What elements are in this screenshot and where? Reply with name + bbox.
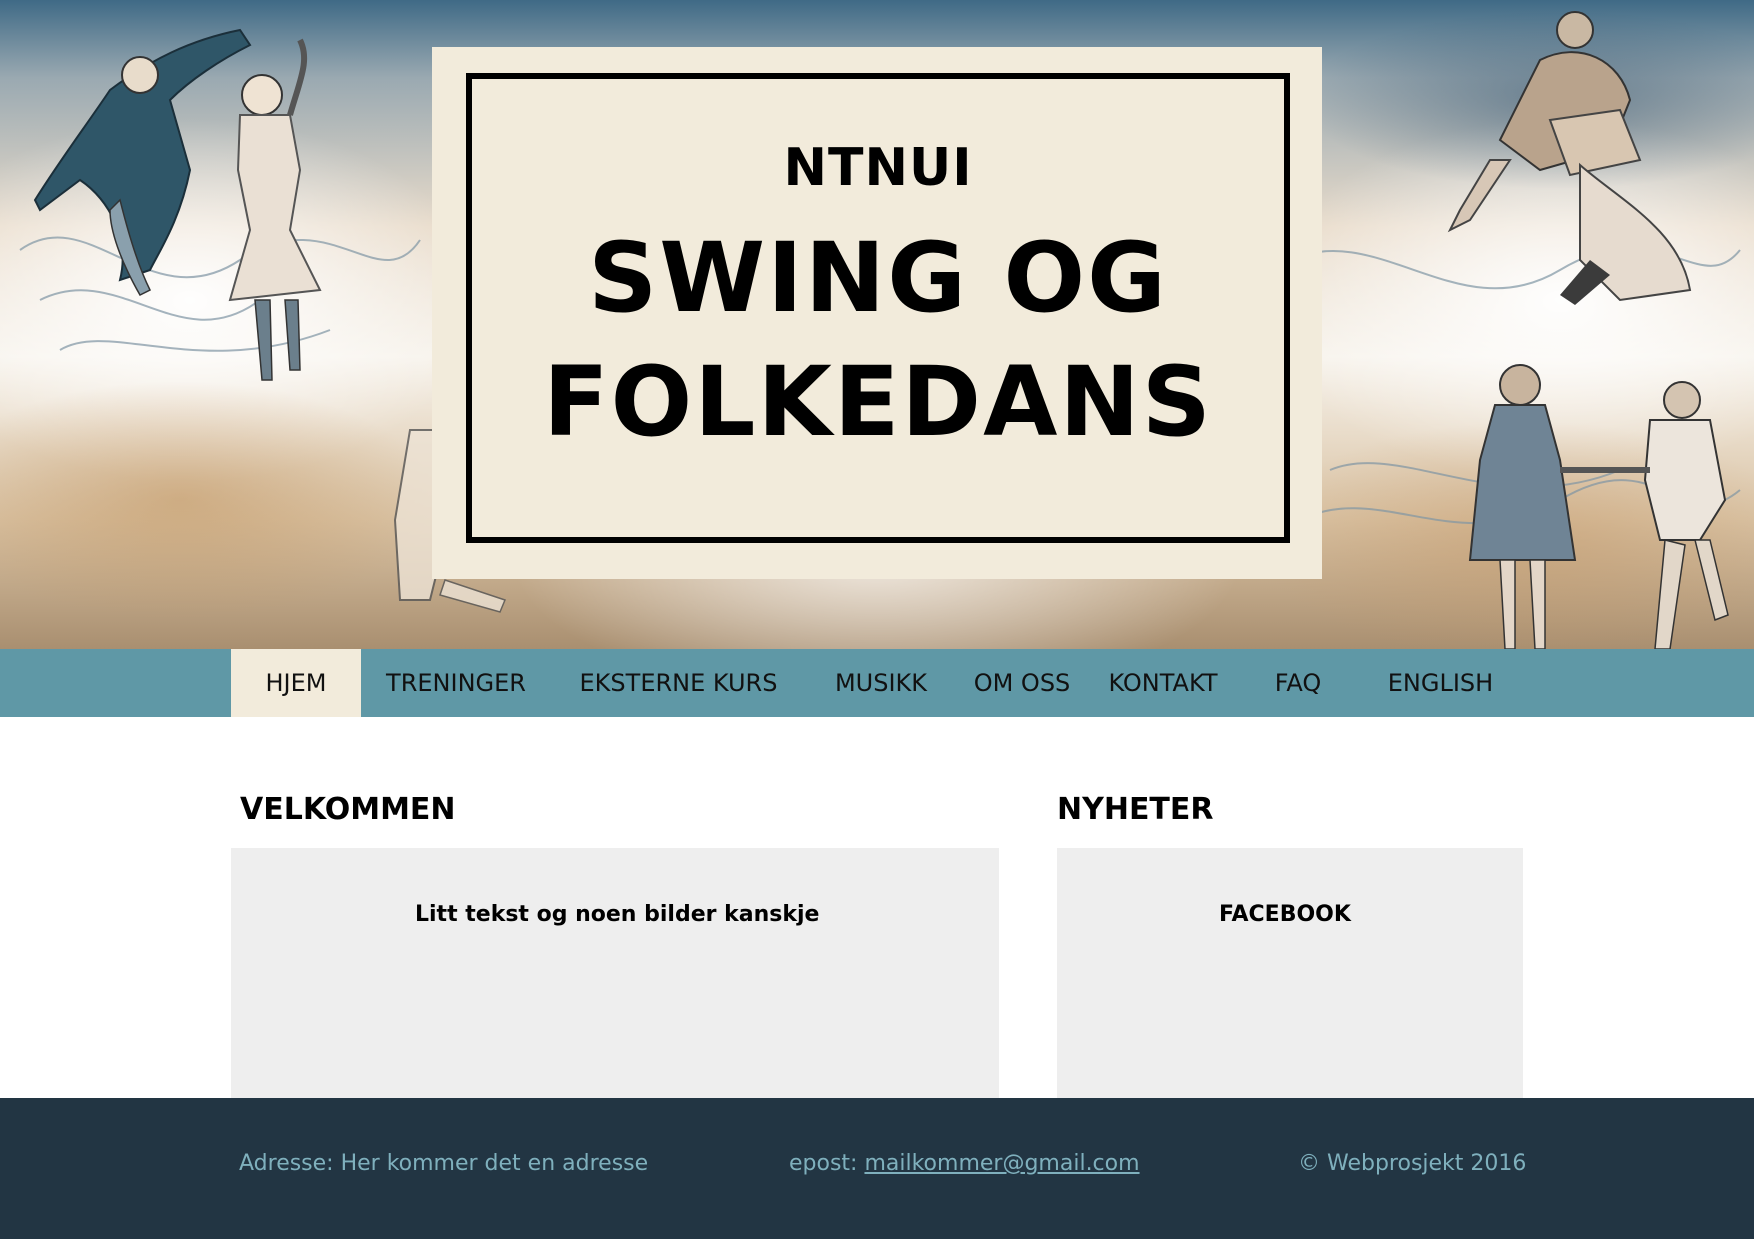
nav-item-musikk[interactable]: MUSIKK (806, 649, 956, 717)
nav-item-eksterne-kurs[interactable]: EKSTERNE KURS (551, 649, 806, 717)
nav-item-hjem[interactable]: HJEM (231, 649, 361, 717)
nav-item-faq[interactable]: FAQ (1238, 649, 1358, 717)
dancer-left-man (33, 28, 252, 296)
nav-menu: HJEM TRENINGER EKSTERNE KURS MUSIKK OM O… (231, 649, 1523, 717)
dancer-right-top (1447, 11, 1692, 305)
title-frame: NTNUI SWING OG FOLKEDANS (466, 73, 1290, 543)
news-panel: FACEBOOK (1057, 848, 1523, 1098)
dancer-left-woman (228, 38, 322, 381)
dancer-right-bottom (1468, 364, 1729, 649)
nav-item-om-oss[interactable]: OM OSS (956, 649, 1088, 717)
footer-email: epost: mailkommer@gmail.com (789, 1151, 1140, 1176)
org-name: NTNUI (783, 138, 973, 198)
news-heading: NYHETER (1057, 792, 1214, 827)
nav-item-english[interactable]: ENGLISH (1358, 649, 1523, 717)
title-card: NTNUI SWING OG FOLKEDANS (432, 47, 1322, 579)
site-title-line2: FOLKEDANS (543, 346, 1213, 458)
nav-item-treninger[interactable]: TRENINGER (361, 649, 551, 717)
nav-item-kontakt[interactable]: KONTAKT (1088, 649, 1238, 717)
welcome-panel: Litt tekst og noen bilder kanskje (231, 848, 999, 1098)
hero-banner: NTNUI SWING OG FOLKEDANS (0, 0, 1754, 649)
footer-copyright: © Webprosjekt 2016 (1298, 1151, 1527, 1176)
site-title-line1: SWING OG (588, 222, 1168, 334)
welcome-text: Litt tekst og noen bilder kanskje (415, 902, 820, 927)
footer-email-prefix: epost: (789, 1151, 858, 1176)
main-navigation: HJEM TRENINGER EKSTERNE KURS MUSIKK OM O… (0, 649, 1754, 717)
facebook-label[interactable]: FACEBOOK (1219, 902, 1351, 927)
footer-address: Adresse: Her kommer det en adresse (239, 1151, 649, 1176)
welcome-heading: VELKOMMEN (240, 792, 456, 827)
email-link[interactable]: mailkommer@gmail.com (864, 1151, 1139, 1176)
